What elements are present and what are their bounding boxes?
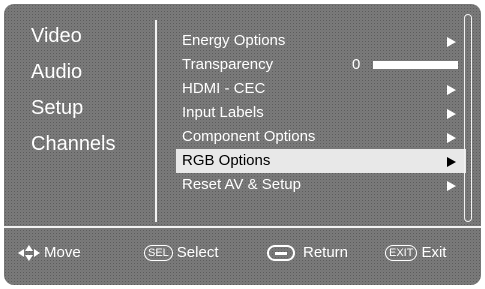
return-label: Return	[303, 244, 349, 261]
submenu-item-label: Reset AV & Setup	[182, 176, 301, 193]
submenu-item-transparency[interactable]: Transparency 0	[176, 53, 466, 77]
dpad-arrows-icon	[18, 244, 40, 261]
move-hint: Move	[18, 244, 81, 261]
submenu-item-component-options[interactable]: Component Options	[176, 125, 466, 149]
submenu-item-label: Energy Options	[182, 32, 286, 49]
exit-hint: EXIT Exit	[385, 244, 446, 261]
chevron-right-icon	[447, 85, 456, 95]
submenu-item-hdmi-cec[interactable]: HDMI - CEC	[176, 77, 466, 101]
exit-label: Exit	[421, 244, 447, 261]
chevron-right-icon	[447, 37, 456, 47]
submenu-item-label: Component Options	[182, 128, 316, 145]
submenu-item-rgb-options[interactable]: RGB Options	[176, 149, 466, 173]
chevron-right-icon	[447, 181, 456, 191]
return-key-icon	[267, 244, 295, 261]
return-hint: Return	[267, 244, 348, 261]
chevron-right-icon	[447, 109, 456, 119]
submenu-item-label: Transparency	[182, 56, 274, 73]
select-label: Select	[176, 244, 219, 261]
move-label: Move	[44, 244, 81, 261]
chevron-right-icon	[447, 133, 456, 143]
vertical-divider	[155, 20, 157, 222]
menu-item-video[interactable]: Video	[31, 26, 116, 46]
transparency-value: 0	[352, 56, 361, 73]
chevron-right-icon	[447, 157, 456, 167]
menu-item-audio[interactable]: Audio	[31, 62, 116, 82]
select-hint: SEL Select	[144, 244, 219, 261]
osd-menu-screen: Video Audio Setup Channels Energy Option…	[4, 4, 481, 285]
transparency-slider[interactable]	[373, 61, 458, 69]
main-menu: Video Audio Setup Channels	[31, 26, 116, 170]
menu-item-setup[interactable]: Setup	[31, 98, 116, 118]
button-legend: Move SEL Select Return EXIT Exit	[4, 232, 481, 272]
exit-key-icon: EXIT	[385, 244, 418, 261]
submenu-item-label: HDMI - CEC	[182, 80, 266, 97]
submenu-item-input-labels[interactable]: Input Labels	[176, 101, 466, 125]
sel-key-icon: SEL	[144, 244, 173, 261]
submenu-item-reset-av-setup[interactable]: Reset AV & Setup	[176, 173, 466, 197]
menu-item-channels[interactable]: Channels	[31, 134, 116, 154]
setup-submenu: Energy Options Transparency 0 HDMI - CEC…	[176, 29, 466, 197]
horizontal-divider	[4, 226, 481, 228]
scrollbar[interactable]	[464, 14, 472, 222]
submenu-item-energy-options[interactable]: Energy Options	[176, 29, 466, 53]
submenu-item-label: RGB Options	[182, 152, 271, 169]
submenu-item-label: Input Labels	[182, 104, 264, 121]
